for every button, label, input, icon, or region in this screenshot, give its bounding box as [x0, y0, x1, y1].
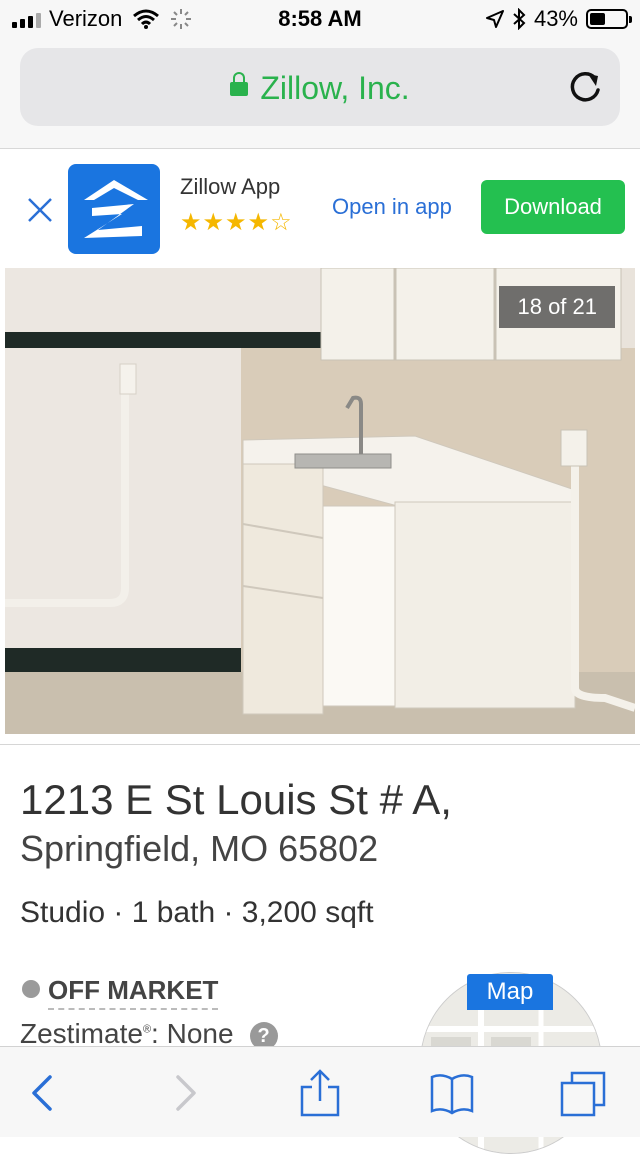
- bluetooth-icon: [513, 8, 526, 30]
- photo-counter: 18 of 21: [499, 286, 615, 328]
- kitchenette-photo: [5, 268, 635, 734]
- url-display[interactable]: Zillow, Inc.: [20, 70, 620, 107]
- listing-photo[interactable]: 18 of 21: [5, 268, 635, 734]
- lock-icon: [230, 71, 249, 96]
- address-line-1: 1213 E St Louis St # A,: [20, 776, 452, 823]
- location-arrow-icon: [485, 10, 504, 28]
- zillow-logo-icon[interactable]: [68, 164, 160, 254]
- url-host: Zillow, Inc.: [260, 70, 410, 106]
- star-icons-filled: ★★★★: [180, 209, 271, 236]
- browser-toolbar: [0, 1046, 640, 1137]
- battery-icon: [586, 9, 632, 29]
- registered-mark: ®: [142, 1023, 152, 1036]
- smart-app-banner: Zillow App ★★★★☆ Open in app Download: [0, 150, 640, 268]
- bookmarks-icon[interactable]: [428, 1069, 476, 1117]
- status-bar: Verizon 8:58 AM 43%: [0, 0, 640, 40]
- back-icon[interactable]: [20, 1069, 68, 1117]
- map-button[interactable]: Map: [467, 974, 553, 1010]
- open-in-app-link[interactable]: Open in app: [332, 194, 452, 220]
- tabs-icon[interactable]: [560, 1069, 608, 1117]
- download-button[interactable]: Download: [481, 180, 625, 234]
- rating-stars: ★★★★☆: [180, 208, 293, 237]
- home-facts: Studio · 1 bath · 3,200 sqft: [20, 896, 374, 929]
- browser-chrome: Zillow, Inc.: [0, 40, 640, 149]
- close-icon[interactable]: [24, 194, 56, 226]
- share-icon[interactable]: [296, 1069, 344, 1117]
- battery-percent: 43%: [533, 6, 578, 31]
- status-badge[interactable]: OFF MARKET: [48, 975, 219, 1010]
- status-right: 43%: [485, 6, 632, 32]
- divider: [0, 744, 640, 745]
- app-name: Zillow App: [180, 174, 281, 199]
- zestimate-value: : None: [151, 1018, 234, 1049]
- address-bar[interactable]: Zillow, Inc.: [20, 48, 620, 126]
- address-line-2: Springfield, MO 65802: [20, 828, 379, 869]
- star-icon-empty: ☆: [270, 209, 293, 236]
- reload-icon[interactable]: [564, 66, 606, 108]
- zestimate-label: Zestimate: [20, 1018, 143, 1049]
- forward-icon[interactable]: [160, 1069, 208, 1117]
- status-dot-icon: [22, 980, 40, 998]
